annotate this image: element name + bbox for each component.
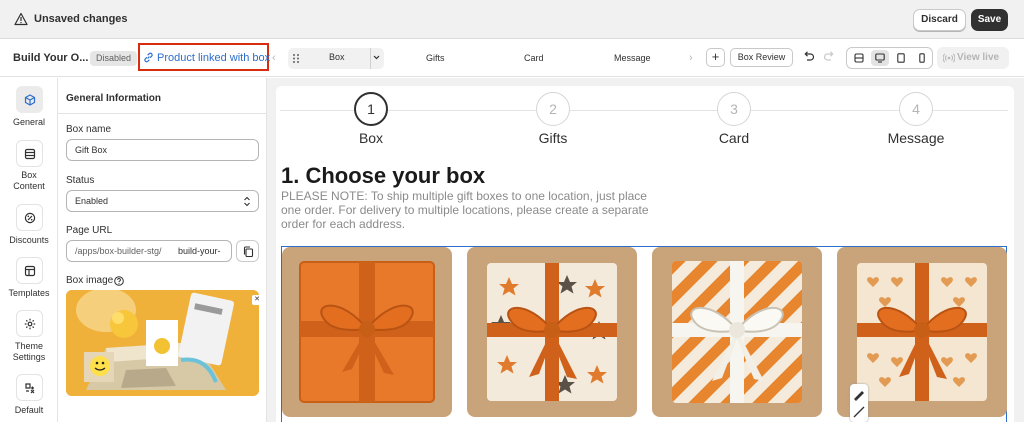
box-photo — [66, 290, 259, 396]
chevron-right-icon[interactable]: › — [689, 52, 693, 64]
desktop-preview-button[interactable] — [871, 50, 889, 66]
toolbar-step-card[interactable]: Card — [524, 53, 544, 63]
pencil-icon[interactable] — [850, 384, 868, 422]
discount-icon — [16, 204, 43, 231]
chevron-left-icon[interactable]: ‹ — [272, 52, 276, 64]
product-linked-label: Product linked with box — [157, 52, 271, 64]
striped-gift-box — [652, 247, 822, 417]
product-linked-link[interactable]: Product linked with box — [138, 43, 271, 71]
toolbar-step-gifts[interactable]: Gifts — [426, 53, 445, 63]
status-select[interactable]: Enabled — [66, 190, 259, 212]
page-url-slug[interactable]: build-your- — [178, 241, 221, 261]
box-image-label: Box image — [66, 275, 114, 286]
tablet-icon — [897, 53, 905, 63]
editor-toolbar: Build Your O... Disabled Product linked … — [0, 39, 1024, 77]
general-information-panel: General Information Box name Gift Box St… — [58, 78, 267, 422]
storefront-preview: 1 2 3 4 Box Gifts Card Message 1. Choose… — [276, 86, 1014, 422]
select-arrows-icon — [244, 196, 250, 207]
device-preview-group — [846, 47, 933, 69]
shipping-note: PLEASE NOTE: To ship multiple gift boxes… — [281, 189, 649, 231]
step-1-circle[interactable]: 1 — [354, 92, 388, 126]
sidebar-item-general[interactable]: General — [0, 86, 58, 134]
product-card[interactable] — [652, 247, 822, 417]
step-1-label: Box — [358, 130, 384, 146]
sidebar-item-discounts[interactable]: Discounts — [0, 204, 58, 248]
step-2-label: Gifts — [538, 130, 568, 146]
undo-icon[interactable] — [802, 50, 815, 63]
list-icon — [16, 140, 43, 167]
divider — [58, 113, 267, 114]
copy-icon — [243, 246, 254, 258]
sidebar-item-label: Discounts — [9, 235, 49, 245]
sidebar-item-label: Box Content — [13, 170, 45, 191]
toolbar-step-message[interactable]: Message — [614, 53, 651, 63]
chevron-down-icon[interactable] — [372, 53, 381, 62]
sidebar-item-label: Default — [14, 405, 44, 415]
section-title: General Information — [66, 93, 162, 104]
mobile-icon — [919, 53, 925, 63]
box-name-label: Box name — [66, 124, 112, 135]
box-product-grid — [281, 246, 1007, 422]
full-layout-icon — [854, 53, 864, 63]
layout-full-button[interactable] — [850, 50, 868, 66]
redo-icon[interactable] — [823, 50, 836, 63]
step-4-label: Message — [887, 130, 945, 146]
step-2-circle[interactable]: 2 — [536, 92, 570, 126]
box-name-input[interactable]: Gift Box — [66, 139, 259, 161]
desktop-icon — [875, 53, 885, 63]
template-icon — [16, 257, 43, 284]
tablet-preview-button[interactable] — [892, 50, 910, 66]
sidebar-item-label: Theme Settings — [12, 341, 46, 362]
add-step-button[interactable]: + — [706, 48, 725, 67]
view-live-label: View live — [957, 52, 1000, 63]
solid-orange-gift-box — [282, 247, 452, 417]
box-title: Build Your O... — [13, 52, 89, 64]
unsaved-changes-title: Unsaved changes — [34, 13, 128, 25]
broadcast-icon — [943, 53, 955, 63]
sidebar-item-box-content[interactable]: Box Content — [0, 140, 58, 192]
warning-icon — [14, 12, 28, 26]
edit-tools-floating — [850, 384, 868, 422]
page-heading: 1. Choose your box — [281, 163, 486, 188]
select-divider — [370, 48, 371, 69]
sidebar-item-default[interactable]: Default — [0, 374, 58, 418]
default-icon — [16, 374, 43, 401]
help-icon[interactable] — [114, 276, 124, 286]
unsaved-changes-bar: Unsaved changes Discard Save — [0, 0, 1024, 39]
copy-url-button[interactable] — [236, 240, 259, 262]
sidebar-item-templates[interactable]: Templates — [0, 257, 58, 301]
box-image-thumbnail[interactable]: ✕ — [66, 290, 259, 396]
sidebar-item-label: General — [12, 117, 46, 127]
remove-image-button[interactable]: ✕ — [252, 295, 259, 305]
page-url-label: Page URL — [66, 225, 113, 236]
link-icon — [144, 52, 153, 63]
status-label: Status — [66, 175, 95, 186]
sidebar-item-label: Templates — [8, 288, 50, 298]
view-live-button[interactable]: View live — [937, 47, 1009, 69]
status-badge: Disabled — [90, 51, 138, 66]
product-card[interactable] — [467, 247, 637, 417]
box-review-button[interactable]: Box Review — [730, 48, 793, 67]
drag-handle-icon[interactable] — [292, 53, 300, 64]
step-select-value: Box — [329, 52, 345, 62]
storefront-preview-area: 1 2 3 4 Box Gifts Card Message 1. Choose… — [267, 78, 1024, 422]
gear-icon — [16, 310, 43, 337]
step-3-circle[interactable]: 3 — [717, 92, 751, 126]
mobile-preview-button[interactable] — [913, 50, 931, 66]
status-select-value: Enabled — [75, 196, 109, 206]
discard-button[interactable]: Discard — [913, 9, 966, 31]
page-url-prefix: /apps/box-builder-stg/ — [75, 246, 162, 256]
cube-icon — [16, 86, 43, 113]
step-3-label: Card — [718, 130, 750, 146]
product-card[interactable] — [282, 247, 452, 417]
save-button[interactable]: Save — [971, 9, 1008, 31]
settings-nav-sidebar: General Box Content Discounts Templates … — [0, 78, 58, 422]
step-select[interactable]: Box — [288, 48, 384, 69]
step-4-circle[interactable]: 4 — [899, 92, 933, 126]
sidebar-item-theme-settings[interactable]: Theme Settings — [0, 310, 58, 364]
page-url-field[interactable]: /apps/box-builder-stg/ build-your- — [66, 240, 232, 262]
star-pattern-gift-box — [467, 247, 637, 417]
